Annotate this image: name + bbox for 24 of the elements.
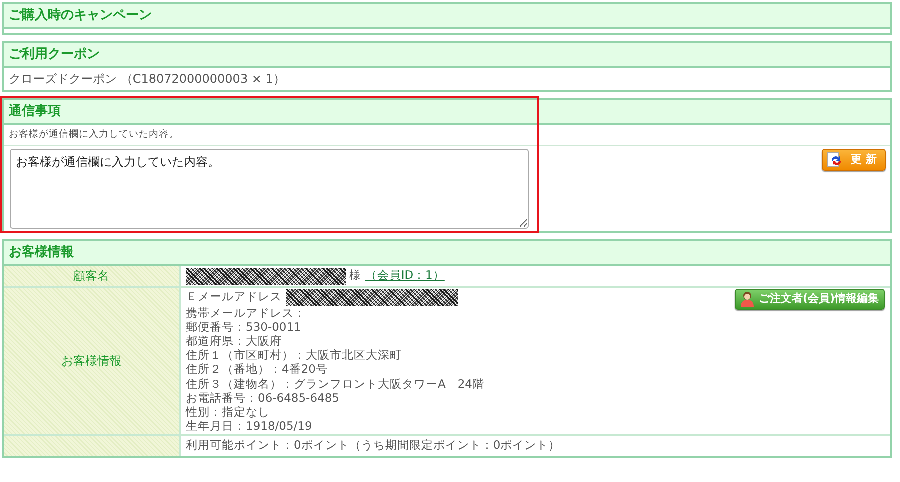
info-line: 携帯メールアドレス：	[186, 306, 307, 320]
info-line: 都道府県：大阪府	[186, 334, 283, 348]
info-line: 利用可能ポイント：0ポイント（うち期間限定ポイント：0ポイント）	[186, 437, 561, 454]
row-label: 顧客名	[74, 268, 110, 285]
honorific-text: 様	[350, 268, 362, 282]
refresh-icon	[827, 152, 844, 168]
email-label: Ｅメールアドレス	[186, 289, 282, 304]
message-field[interactable]: お客様が通信欄に入力していた内容。	[10, 149, 529, 230]
info-line: 住所３（建物名）：グランフロント大阪タワーA 24階	[186, 376, 485, 391]
section-title: お客様情報	[9, 244, 74, 262]
person-icon	[738, 290, 756, 308]
member-id-link[interactable]: （会員ID：1）	[365, 268, 445, 282]
info-line: 生年月日：1918/05/19	[186, 419, 314, 434]
info-line: 住所１（市区町村）：大阪市北区大深町	[186, 348, 403, 362]
coupon-text: クローズドクーポン （C18072000000003 × 1）	[9, 72, 286, 86]
info-line: お電話番号：06-6485-6485	[186, 390, 340, 406]
row-label: お客様情報	[62, 353, 122, 370]
section-title: 通信事項	[9, 102, 61, 121]
hint-text: お客様が通信欄に入力していた内容。	[4, 125, 890, 146]
info-line: 住所２（番地）：4番20号	[186, 362, 329, 377]
info-line: 性別：指定なし	[186, 405, 271, 420]
section-title: ご利用クーポン	[9, 46, 100, 64]
section-title: ご購入時のキャンペーン	[9, 6, 152, 25]
info-line: 郵便番号：530-0011	[186, 320, 302, 334]
